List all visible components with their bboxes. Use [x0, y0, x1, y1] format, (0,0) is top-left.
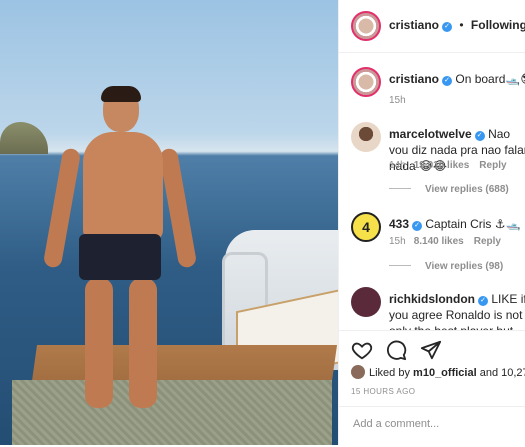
- replies-line: [389, 188, 411, 189]
- comment-time: 15h: [389, 236, 406, 247]
- follow-status-button[interactable]: Following: [471, 18, 525, 32]
- commenter-avatar[interactable]: [351, 122, 381, 152]
- commenter-username[interactable]: 433: [389, 217, 409, 231]
- replies-line: [389, 265, 411, 266]
- comment-body: richkidslondon✓ LIKE if you agree Ronald…: [389, 291, 525, 330]
- comment-time: 14h: [389, 160, 406, 171]
- post-timestamp: 15 HOURS AGO: [351, 387, 416, 396]
- add-comment-bar: [339, 406, 525, 447]
- hair: [101, 86, 141, 102]
- verified-badge-icon: ✓: [442, 76, 453, 86]
- right-arm: [158, 147, 198, 269]
- liked-by-suffix: and 10,272,0: [479, 367, 525, 379]
- action-icons: [351, 339, 450, 363]
- view-replies-button[interactable]: View replies (98): [389, 261, 503, 272]
- post-header: cristiano ✓ • Following: [339, 0, 525, 53]
- left-arm: [42, 147, 82, 269]
- swim-shorts: [79, 234, 161, 280]
- post-actions: Liked by m10_official and 10,272,0 15 HO…: [339, 330, 525, 446]
- caption-text: On board🛥️😎: [455, 72, 525, 86]
- author-username[interactable]: cristiano: [389, 18, 439, 32]
- comment-text: Captain Cris ⚓🛥️: [425, 217, 521, 231]
- header-text: cristiano ✓ • Following: [389, 18, 525, 32]
- comment-likes[interactable]: 8.140 likes: [414, 236, 464, 247]
- liker-avatar: [351, 365, 365, 379]
- verified-badge-icon: ✓: [412, 221, 423, 231]
- verified-badge-icon: ✓: [478, 296, 489, 306]
- post-side-panel: cristiano ✓ • Following cristiano ✓ On boa…: [338, 0, 525, 445]
- post-photo[interactable]: [0, 0, 338, 445]
- caption-body: cristiano✓ On board🛥️😎: [389, 71, 525, 87]
- liked-by-summary[interactable]: Liked by m10_official and 10,272,0: [351, 365, 525, 379]
- cliff-scenery: [0, 122, 48, 154]
- left-leg: [85, 278, 113, 408]
- reply-button[interactable]: Reply: [474, 236, 501, 247]
- caption-meta: 15h: [389, 95, 406, 106]
- liked-by-user[interactable]: m10_official: [413, 367, 477, 379]
- view-replies-button[interactable]: View replies (688): [389, 184, 509, 195]
- right-leg: [129, 278, 157, 408]
- commenter-avatar[interactable]: [351, 287, 381, 317]
- reply-button[interactable]: Reply: [479, 160, 506, 171]
- comment-input[interactable]: [351, 417, 515, 431]
- comment-body: 433 ✓ Captain Cris ⚓🛥️: [389, 216, 525, 232]
- view-replies-label: View replies (688): [425, 184, 509, 195]
- commenter-username[interactable]: richkidslondon: [389, 292, 475, 306]
- verified-badge-icon: ✓: [474, 131, 485, 141]
- person-figure: [42, 86, 198, 418]
- author-avatar[interactable]: [351, 11, 381, 41]
- comment-meta: 15h 8.140 likes Reply: [389, 236, 501, 247]
- comment-bubble-icon[interactable]: [385, 339, 407, 361]
- caption-time: 15h: [389, 95, 406, 106]
- comments-list[interactable]: cristiano✓ On board🛥️😎 15h marcelotwelve…: [339, 52, 525, 330]
- liked-by-prefix: Liked by: [369, 367, 410, 379]
- paper-plane-icon[interactable]: [420, 339, 442, 361]
- commenter-avatar[interactable]: 4: [351, 212, 381, 242]
- torso: [83, 132, 163, 242]
- comment-meta: 14h 19.010 likes Reply: [389, 160, 507, 171]
- view-replies-label: View replies (98): [425, 261, 504, 272]
- verified-badge-icon: ✓: [442, 22, 453, 32]
- caption-avatar[interactable]: [351, 67, 381, 97]
- comment-likes[interactable]: 19.010 likes: [414, 160, 470, 171]
- heart-icon[interactable]: [351, 339, 373, 361]
- separator-dot: •: [459, 18, 464, 32]
- caption-username[interactable]: cristiano: [389, 72, 439, 86]
- commenter-username[interactable]: marcelotwelve: [389, 127, 472, 141]
